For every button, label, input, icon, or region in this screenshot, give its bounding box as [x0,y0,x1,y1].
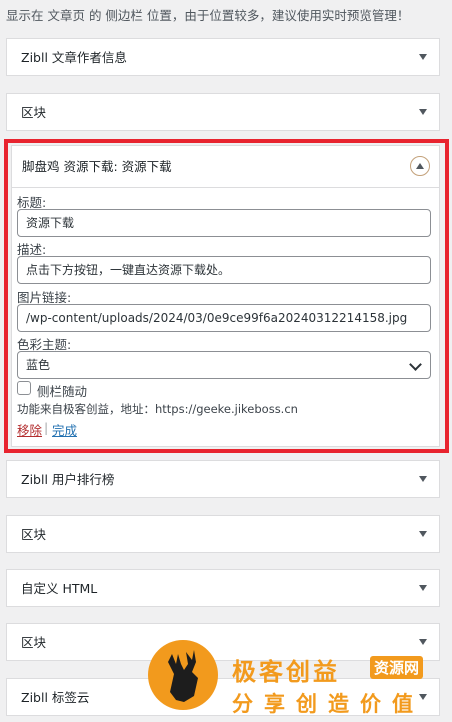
deer-logo-icon [148,640,218,710]
widget-block-2[interactable]: 区块 [6,515,440,553]
widget-title: 区块 [21,105,47,120]
action-separator: | [44,420,49,435]
watermark-badge: 资源网 [370,656,424,679]
chevron-down-icon [409,358,422,371]
collapse-arrow-icon[interactable] [410,156,430,176]
follow-label: 侧栏随动 [37,384,88,399]
widget-title: Zibll 用户排行榜 [21,472,115,487]
intro-text: 显示在 文章页 的 侧边栏 位置，由于位置较多，建议使用实时预览管理！ [6,8,410,23]
follow-checkbox[interactable] [17,381,31,395]
watermark-brand: 极客创益 [232,658,340,686]
widget-title: 区块 [21,635,47,650]
title-input[interactable]: 资源下载 [17,209,431,237]
widget-custom-html[interactable]: 自定义 HTML [6,569,440,607]
done-link[interactable]: 完成 [52,420,77,439]
widget-block-1[interactable]: 区块 [6,93,440,131]
widget-title: 自定义 HTML [21,581,98,596]
expand-arrow-icon[interactable] [419,476,427,482]
expand-arrow-icon[interactable] [419,531,427,537]
credit-text: 功能来自极客创益，地址：https://geeke.jikeboss.cn [17,402,298,416]
expand-arrow-icon[interactable] [419,639,427,645]
widget-header[interactable]: 脚盘鸡 资源下载: 资源下载 [12,146,439,188]
widget-resource-download: 脚盘鸡 资源下载: 资源下载 标题: 资源下载 描述: 点击下方按钮，一键直达资… [11,145,440,447]
widget-title: Zibll 标签云 [21,690,90,705]
color-select-value: 蓝色 [26,358,51,372]
desc-input[interactable]: 点击下方按钮，一键直达资源下载处。 [17,256,431,284]
widget-title: 脚盘鸡 资源下载: 资源下载 [22,159,172,174]
remove-link[interactable]: 移除 [17,420,42,439]
image-url-input[interactable]: /wp-content/uploads/2024/03/0e9ce99f6a20… [17,304,431,332]
widget-user-ranking[interactable]: Zibll 用户排行榜 [6,460,440,498]
expand-arrow-icon[interactable] [419,585,427,591]
watermark-slogan: 分享创造价值 [232,692,424,716]
expand-arrow-icon[interactable] [419,54,427,60]
widget-title: 区块 [21,527,47,542]
expand-arrow-icon[interactable] [419,109,427,115]
widget-title: Zibll 文章作者信息 [21,50,127,65]
color-select[interactable]: 蓝色 [17,351,431,379]
widget-author-info[interactable]: Zibll 文章作者信息 [6,38,440,76]
